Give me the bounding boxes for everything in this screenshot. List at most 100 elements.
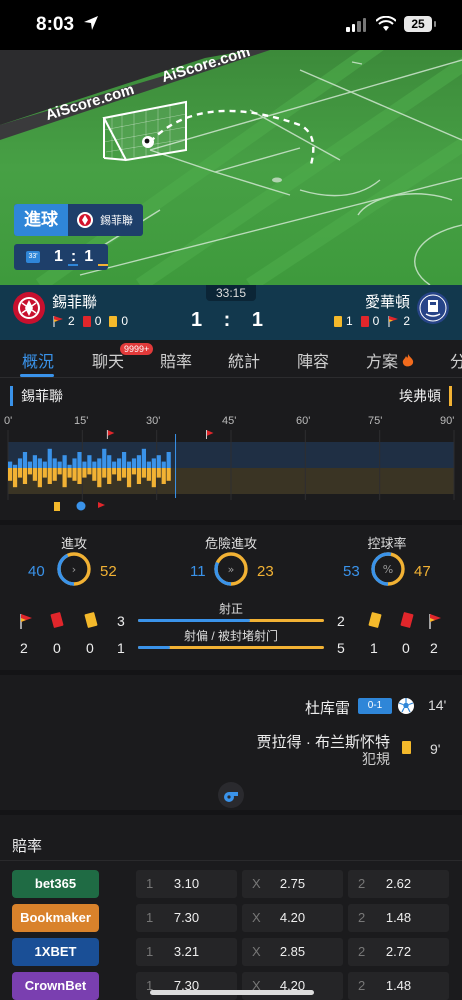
odds-divider xyxy=(0,860,462,861)
timeline-away-bar xyxy=(67,468,72,478)
event-goal-score: 0-1 xyxy=(358,698,392,714)
away-red: 0 xyxy=(372,314,380,328)
ring-glyph: » xyxy=(228,563,235,576)
odds-away-cell[interactable]: 2 1.48 xyxy=(348,972,449,1000)
mini-home-score: 1 xyxy=(54,248,67,265)
odds-draw-cell[interactable]: X 4.20 xyxy=(242,904,343,932)
stat-possession-home: 53 xyxy=(343,563,360,580)
timeline-away-bar xyxy=(131,468,137,475)
timeline-away-bar xyxy=(32,468,37,481)
odds-away-cell[interactable]: 2 2.62 xyxy=(348,870,449,898)
timeline-away-bar xyxy=(12,468,18,488)
stat-attack-home: 40 xyxy=(28,563,45,580)
timeline-home-bar xyxy=(156,455,161,468)
stat-attack-away: 52 xyxy=(100,563,117,580)
timeline-home-bar xyxy=(141,448,147,468)
danger-ring-icon: » xyxy=(214,552,248,586)
on-target-home: 3 xyxy=(117,613,125,629)
timeline-away-bar xyxy=(146,468,151,481)
timeline-home-bar xyxy=(17,458,23,468)
event-card-minute: 9' xyxy=(430,741,441,757)
tab-odds[interactable]: 賠率 xyxy=(160,348,192,372)
home-red-count: 0 xyxy=(53,640,61,656)
status-bar: 8:03 25 xyxy=(0,0,462,50)
timeline-away-bar xyxy=(112,468,117,475)
odds-home-value: 3.21 xyxy=(173,944,200,959)
odds-row[interactable]: Bookmaker 1 7.30 X 4.20 2 1.48 xyxy=(0,904,462,932)
timeline-home-bar xyxy=(57,461,62,468)
red-card-icon xyxy=(50,611,64,629)
odds-draw-cell[interactable]: X 2.75 xyxy=(242,870,343,898)
timeline-home-bar xyxy=(136,455,142,468)
goal-team: 錫菲聯 xyxy=(68,211,143,229)
odds-row[interactable]: CrownBet 1 7.30 X 4.20 2 1.48 xyxy=(0,972,462,1000)
away-yellow: 1 xyxy=(345,314,353,328)
bookmaker-logo[interactable]: CrownBet xyxy=(12,972,99,1000)
odds-home-cell[interactable]: 1 7.30 xyxy=(136,972,237,1000)
corner-flag-icon xyxy=(206,430,214,436)
off-target-bar xyxy=(138,646,324,649)
timeline-home-bar xyxy=(62,455,67,468)
timeline-away-bar xyxy=(92,468,97,481)
bookmaker-logo[interactable]: Bookmaker xyxy=(12,904,99,932)
red-card-icon xyxy=(360,315,369,327)
timeline-home-bar xyxy=(121,452,127,468)
odds-home-cell[interactable]: 1 3.10 xyxy=(136,870,237,898)
mini-scoreboard: 33' 1 : 1 xyxy=(14,244,108,270)
odds-row[interactable]: 1XBET 1 3.21 X 2.85 2 2.72 xyxy=(0,938,462,966)
timeline-chart xyxy=(7,430,455,511)
momentum-timeline: 0' 15' 30' 45' 60' 75' 90' xyxy=(0,412,462,518)
tab-lineup[interactable]: 陣容 xyxy=(297,348,329,372)
away-team-name[interactable]: 愛華頓 xyxy=(365,291,410,312)
event-goal-player[interactable]: 杜库雷 xyxy=(305,697,350,718)
odds-home-cell[interactable]: 1 7.30 xyxy=(136,904,237,932)
odds-draw-value: 4.20 xyxy=(279,978,306,993)
away-corners: 2 xyxy=(403,314,410,328)
timeline-home-bar xyxy=(47,448,52,468)
timeline-away-bar xyxy=(57,468,62,475)
timeline-away-bar xyxy=(161,468,166,484)
timeline-home-bar xyxy=(42,461,47,468)
on-target-bar-fill xyxy=(138,619,250,622)
timeline-home-bar xyxy=(37,458,42,468)
timeline-home-bar xyxy=(97,458,102,468)
stats-panel: 進攻 40 › 52 危險進攻 11 » 23 控球率 53 % 47 3 射正… xyxy=(0,520,462,670)
odds-home-value: 7.30 xyxy=(173,978,200,993)
tab-chat[interactable]: 聊天 xyxy=(92,348,124,372)
odds-draw-cell[interactable]: X 2.85 xyxy=(242,938,343,966)
odds-away-value: 2.62 xyxy=(385,876,412,891)
event-card-detail: 犯規 xyxy=(362,751,390,767)
timeline-away-bar xyxy=(17,468,23,478)
tab-overview[interactable]: 概況 xyxy=(22,348,54,372)
away-corners-count: 2 xyxy=(430,640,438,656)
odds-away-cell[interactable]: 2 1.48 xyxy=(348,904,449,932)
battery-indicator: 25 xyxy=(404,16,436,32)
tab-stats[interactable]: 統計 xyxy=(228,348,260,372)
bookmaker-logo[interactable]: bet365 xyxy=(12,870,99,898)
odds-panel: 賠率 bet365 1 3.10 X 2.75 2 2.62 Bookmaker 1 7.30 X 4… xyxy=(0,810,462,1000)
bookmaker-logo[interactable]: 1XBET xyxy=(12,938,99,966)
off-target-bar-fill xyxy=(138,646,170,649)
odds-home-value: 3.10 xyxy=(173,876,200,891)
home-indicator[interactable] xyxy=(150,990,314,995)
events-list: 杜库雷 0-1 14' 贾拉得 · 布兰斯怀特 犯規 9' xyxy=(0,670,462,810)
timeline-home-bar xyxy=(117,458,122,468)
timeline-home-team: 錫菲聯 xyxy=(10,386,63,406)
odds-away-cell[interactable]: 2 2.72 xyxy=(348,938,449,966)
stat-danger-title: 危險進攻 xyxy=(204,536,257,551)
timeline-away-bar xyxy=(37,468,42,488)
off-target-home: 1 xyxy=(117,640,125,656)
tab-more[interactable]: 分 xyxy=(450,348,462,372)
timeline-home-bar xyxy=(27,461,33,468)
away-team-logo-icon[interactable] xyxy=(416,291,450,325)
odds-draw-cell[interactable]: X 4.20 xyxy=(242,972,343,1000)
odds-row[interactable]: bet365 1 3.10 X 2.75 2 2.62 xyxy=(0,870,462,898)
whistle-icon xyxy=(224,792,238,802)
away-red-count: 0 xyxy=(402,640,410,656)
timeline-home-bar xyxy=(151,458,156,468)
tab-plans[interactable]: 方案 xyxy=(366,348,414,372)
odds-home-cell[interactable]: 1 3.21 xyxy=(136,938,237,966)
soccer-ball-icon xyxy=(76,501,86,511)
timeline-home-bar xyxy=(146,461,151,468)
home-yellow-count: 0 xyxy=(86,640,94,656)
